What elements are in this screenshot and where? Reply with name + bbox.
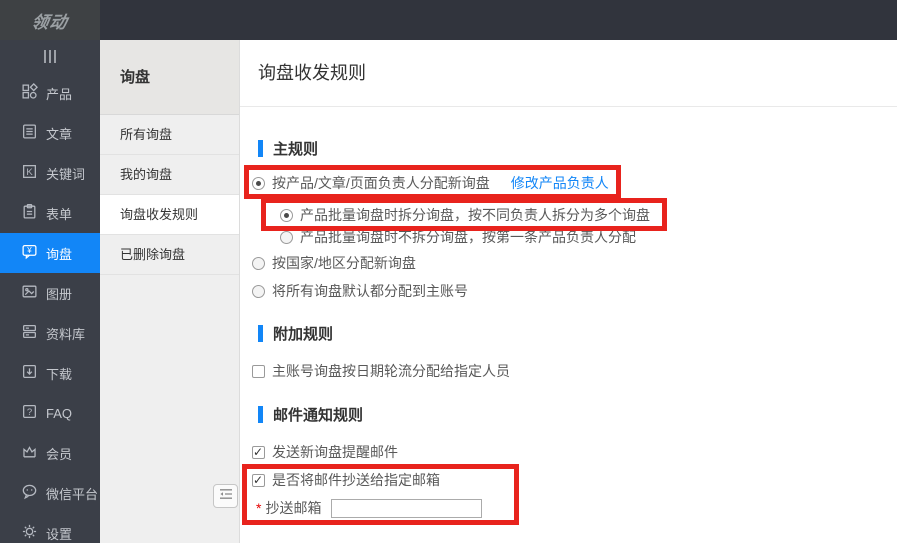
section-accent-bar [258, 406, 263, 423]
sidebar-item-label: 询盘 [46, 244, 72, 263]
page-title: 询盘收发规则 [258, 40, 366, 107]
logo-text: 领动 [30, 8, 70, 33]
svg-text:¥: ¥ [27, 246, 32, 255]
main-content: 询盘收发规则 主规则 按产品/文章/页面负责人分配新询盘 修改产品负责人 产品批… [240, 40, 897, 543]
sidebar-item-wechat[interactable]: 微信平台 [0, 473, 100, 513]
modify-product-owner-link[interactable]: 修改产品负责人 [511, 173, 609, 193]
section-heading-main-rules: 主规则 [258, 138, 318, 158]
checkbox-option-send-new-inquiry-email[interactable]: 发送新询盘提醒邮件 [252, 442, 398, 462]
required-asterisk: * [256, 500, 261, 516]
sidebar-item-label: 会员 [46, 444, 72, 463]
download-icon [21, 363, 38, 383]
sidebar-item-articles[interactable]: 文章 [0, 113, 100, 153]
radio-option-split-inquiry[interactable]: 产品批量询盘时拆分询盘，按不同负责人拆分为多个询盘 [280, 205, 650, 225]
sidebar-item-keywords[interactable]: K 关键词 [0, 153, 100, 193]
sidebar-item-label: 微信平台 [46, 484, 98, 503]
checkbox-unchecked[interactable] [252, 365, 265, 378]
sidebar-item-label: 图册 [46, 284, 72, 303]
inquiry-icon: ¥ [21, 243, 38, 263]
gallery-icon [21, 283, 38, 303]
radio-option-assign-by-country[interactable]: 按国家/地区分配新询盘 [252, 253, 416, 273]
sidebar-item-label: FAQ [46, 406, 72, 421]
radio-option-no-split-inquiry[interactable]: 产品批量询盘时不拆分询盘，按第一条产品负责人分配 [280, 227, 636, 247]
keyword-icon: K [21, 163, 38, 183]
checkbox-option-cc-to-specified-email[interactable]: 是否将邮件抄送给指定邮箱 [252, 470, 440, 490]
section-heading-additional-rules: 附加规则 [258, 323, 333, 343]
checkbox-option-rotate-by-date[interactable]: 主账号询盘按日期轮流分配给指定人员 [252, 361, 510, 381]
sidebar-item-members[interactable]: 会员 [0, 433, 100, 473]
sidebar-item-label: 设置 [46, 524, 72, 543]
radio-option-assign-to-main-account[interactable]: 将所有询盘默认都分配到主账号 [252, 281, 468, 301]
cc-email-field-row: * 抄送邮箱 [256, 497, 482, 519]
sidebar-item-gallery[interactable]: 图册 [0, 273, 100, 313]
sidebar-item-label: 下载 [46, 364, 72, 383]
radio-unselected[interactable] [252, 257, 265, 270]
section-accent-bar [258, 140, 263, 157]
sidebar-item-settings[interactable]: 设置 [0, 513, 100, 543]
faq-icon: ? [21, 403, 38, 423]
sidebar-item-forms[interactable]: 表单 [0, 193, 100, 233]
radio-selected[interactable] [280, 209, 293, 222]
radio-unselected[interactable] [280, 231, 293, 244]
checkbox-checked[interactable] [252, 474, 265, 487]
cc-email-label: 抄送邮箱 [265, 498, 321, 518]
radio-selected[interactable] [252, 177, 265, 190]
sidebar-item-downloads[interactable]: 下载 [0, 353, 100, 393]
svg-text:K: K [26, 167, 33, 178]
collapse-submenu-icon [219, 487, 233, 505]
submenu-panel: 询盘 所有询盘 我的询盘 询盘收发规则 已删除询盘 [100, 40, 240, 543]
sidebar-item-inquiries[interactable]: ¥ 询盘 [0, 233, 100, 273]
sidebar-item-faq[interactable]: ? FAQ [0, 393, 100, 433]
sidebar-collapse-icon[interactable] [0, 40, 100, 73]
article-icon [21, 123, 38, 143]
section-accent-bar [258, 325, 263, 342]
cc-email-input[interactable] [331, 499, 482, 518]
svg-text:?: ? [27, 407, 32, 418]
sidebar-item-label: 文章 [46, 124, 72, 143]
form-icon [21, 203, 38, 223]
submenu-item-all-inquiries[interactable]: 所有询盘 [100, 115, 239, 155]
sidebar-item-products[interactable]: 产品 [0, 73, 100, 113]
topbar: 领动 [0, 0, 897, 40]
section-heading-email-rules: 邮件通知规则 [258, 404, 363, 424]
submenu-item-inquiry-rules[interactable]: 询盘收发规则 [100, 195, 239, 235]
page-header: 询盘收发规则 [240, 40, 897, 107]
app-window: 领动 产品 文章 K 关键词 表单 ¥ 询盘 图册 [0, 0, 897, 543]
radio-unselected[interactable] [252, 285, 265, 298]
checkbox-checked[interactable] [252, 446, 265, 459]
library-icon [21, 323, 38, 343]
sidebar-item-label: 表单 [46, 204, 72, 223]
wechat-icon [21, 483, 38, 503]
sidebar-item-label: 关键词 [46, 164, 85, 183]
collapse-submenu-button[interactable] [213, 484, 238, 508]
sidebar-item-label: 资料库 [46, 324, 85, 343]
sidebar-item-label: 产品 [46, 84, 72, 103]
submenu-title: 询盘 [100, 40, 239, 115]
sidebar: 产品 文章 K 关键词 表单 ¥ 询盘 图册 资料库 下载 [0, 40, 100, 543]
sidebar-item-library[interactable]: 资料库 [0, 313, 100, 353]
submenu-item-my-inquiries[interactable]: 我的询盘 [100, 155, 239, 195]
logo: 领动 [0, 0, 100, 40]
submenu-item-deleted-inquiries[interactable]: 已删除询盘 [100, 235, 239, 275]
radio-option-assign-by-owner[interactable]: 按产品/文章/页面负责人分配新询盘 修改产品负责人 [252, 173, 609, 193]
products-icon [21, 83, 38, 103]
member-icon [21, 443, 38, 463]
settings-icon [21, 523, 38, 543]
